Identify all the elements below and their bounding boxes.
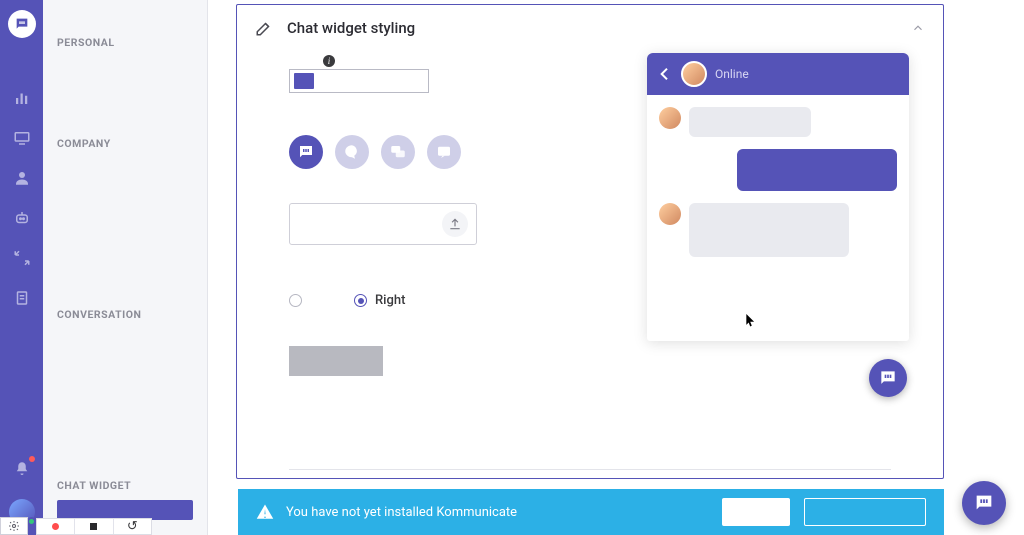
reset-icon: ↺ [127,519,138,534]
icon-option-bars[interactable] [289,135,323,169]
bell-icon[interactable] [11,458,33,480]
sidebar-heading-personal: PERSONAL [57,36,193,49]
warning-icon [256,503,274,521]
sidebar-heading-conversation: CONVERSATION [57,308,193,321]
position-radio-group: Right [289,293,599,308]
secondary-color-block[interactable] [289,346,383,376]
position-right-radio[interactable]: Right [354,293,405,308]
sidebar-active-item[interactable] [57,500,193,520]
incoming-bubble [689,203,849,257]
msg-avatar [659,107,681,129]
color-swatch [294,73,314,89]
install-banner: You have not yet installed Kommunicate [238,489,944,535]
main-content: Chat widget styling i [208,0,1024,535]
upload-icon[interactable] [442,211,468,237]
position-left-radio[interactable] [289,294,310,307]
gear-icon [8,520,20,532]
clipboard-icon[interactable] [11,287,33,309]
collapse-icon[interactable] [11,247,33,269]
card-divider [289,469,891,470]
icon-option-bubble[interactable] [335,135,369,169]
banner-primary-button[interactable] [722,498,790,526]
icon-option-overlap[interactable] [381,135,415,169]
styling-card: Chat widget styling i [236,4,944,479]
icon-option-rect[interactable] [427,135,461,169]
stop-icon [90,523,97,530]
user-icon[interactable] [11,167,33,189]
msg-avatar [659,203,681,225]
preview-column: Online [647,51,909,397]
record-dot-icon [52,523,59,530]
chat-launcher-button[interactable] [962,481,1006,525]
agent-avatar [681,61,707,87]
card-header[interactable]: Chat widget styling [237,5,943,51]
primary-color-input[interactable] [289,69,429,93]
notification-dot [29,456,35,462]
incoming-message-2 [659,203,897,257]
chevron-up-icon[interactable] [911,21,925,35]
monitor-icon[interactable] [11,127,33,149]
preview-header: Online [647,53,909,95]
banner-message: You have not yet installed Kommunicate [286,505,517,520]
nav-rail [0,0,43,535]
reset-button[interactable]: ↺ [113,519,151,534]
settings-gear-button[interactable] [0,517,28,535]
outgoing-message [659,149,897,191]
agent-status: Online [715,67,749,81]
record-button[interactable] [37,519,74,534]
settings-column: i [289,51,599,397]
outgoing-bubble [737,149,897,191]
preview-launcher [869,359,907,397]
sidebar-heading-chatwidget: CHAT WIDGET [57,479,193,492]
back-icon [657,66,673,82]
bar-chart-icon[interactable] [11,87,33,109]
stop-button[interactable] [74,519,112,534]
preview-body [647,95,909,341]
custom-icon-upload[interactable] [289,203,477,245]
app-logo[interactable] [8,10,36,38]
bot-icon[interactable] [11,207,33,229]
position-right-label: Right [375,293,405,308]
launcher-icon-options [289,135,599,169]
card-title: Chat widget styling [287,19,911,37]
pencil-icon [255,19,273,37]
incoming-bubble [689,107,811,137]
settings-sidebar: PERSONAL COMPANY CONVERSATION CHAT WIDGE… [43,0,208,535]
sidebar-heading-company: COMPANY [57,137,193,150]
screen-recorder-controls: ↺ [36,518,152,535]
info-icon[interactable]: i [323,55,335,67]
banner-secondary-button[interactable] [804,498,926,526]
chat-widget-preview: Online [647,53,909,341]
incoming-message [659,107,897,137]
